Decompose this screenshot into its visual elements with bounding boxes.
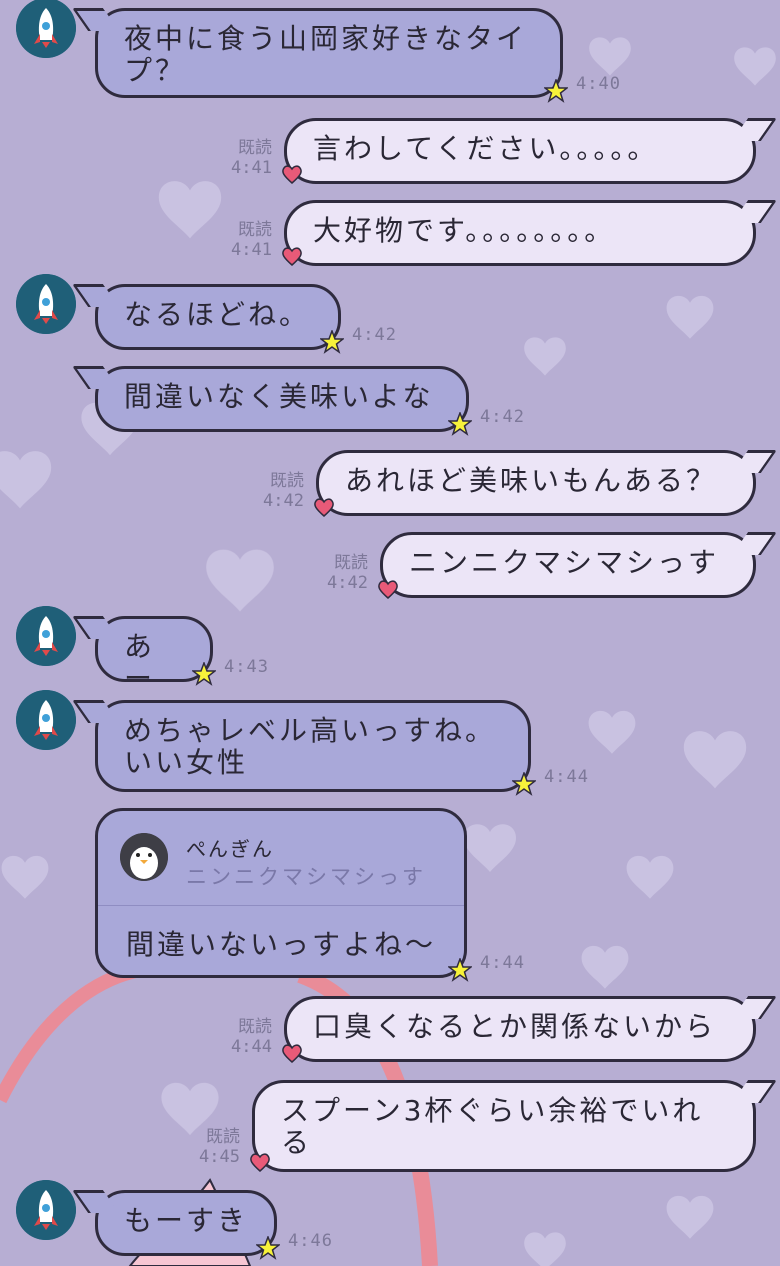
rocket-icon	[16, 0, 76, 58]
quoted-text: ニンニクマシマシっす	[186, 865, 426, 889]
message-bubble[interactable]: あれほど美味いもんある？	[316, 450, 756, 516]
rocket-icon	[16, 690, 76, 750]
star-icon	[544, 79, 568, 103]
message-time: 4:40	[576, 74, 621, 94]
penguin-icon	[120, 833, 168, 881]
message-time: 4:45	[199, 1147, 240, 1167]
star-icon	[192, 662, 216, 686]
read-label: 既読	[206, 1127, 240, 1147]
message-bubble[interactable]: 大好物です。。。。。。。。	[284, 200, 756, 266]
message-time: 4:41	[231, 240, 272, 260]
message-time: 4:42	[327, 573, 368, 593]
read-label: 既読	[334, 553, 368, 573]
message-time: 4:42	[480, 407, 525, 427]
message-bubble[interactable]: めちゃレベル高いっすね。 いい女性	[95, 700, 531, 792]
heart-icon	[282, 1044, 302, 1063]
message-bubble[interactable]: 言わしてください。。。。。	[284, 118, 756, 184]
rocket-icon	[16, 274, 76, 334]
heart-icon	[282, 247, 302, 266]
message-time: 4:44	[480, 953, 525, 973]
read-label: 既読	[238, 1017, 272, 1037]
read-label: 既読	[270, 471, 304, 491]
star-icon	[256, 1236, 280, 1260]
message-time: 4:43	[224, 657, 269, 677]
read-receipt: 既読 4:45	[194, 1127, 240, 1167]
message-bubble[interactable]: もーすき	[95, 1190, 277, 1256]
heart-icon	[250, 1153, 270, 1172]
star-icon	[448, 958, 472, 982]
avatar[interactable]	[16, 1180, 76, 1240]
message-time: 4:44	[544, 767, 589, 787]
message-bubble[interactable]: 口臭くなるとか関係ないから	[284, 996, 756, 1062]
read-receipt: 既読 4:42	[258, 471, 304, 511]
read-receipt: 既読 4:42	[322, 553, 368, 593]
message-bubble[interactable]: なるほどね。	[95, 284, 341, 350]
message-bubble[interactable]: 間違いなく美味いよな	[95, 366, 469, 432]
heart-icon	[314, 498, 334, 517]
star-icon	[320, 330, 344, 354]
quoted-message[interactable]: ぺんぎん ニンニクマシマシっす	[98, 811, 464, 906]
reply-bubble[interactable]: ぺんぎん ニンニクマシマシっす 間違いないっすよね〜	[95, 808, 467, 978]
message-bubble[interactable]: スプーン3杯ぐらい余裕でいれ る	[252, 1080, 756, 1172]
avatar[interactable]	[16, 690, 76, 750]
star-icon	[512, 772, 536, 796]
reply-text: 間違いないっすよね〜	[126, 928, 437, 961]
message-time: 4:41	[231, 158, 272, 178]
quoted-sender-name: ぺんぎん	[186, 837, 274, 861]
read-label: 既読	[238, 138, 272, 158]
message-time: 4:42	[263, 491, 304, 511]
read-receipt: 既読 4:41	[226, 220, 272, 260]
message-time: 4:44	[231, 1037, 272, 1057]
rocket-icon	[16, 606, 76, 666]
avatar[interactable]	[16, 274, 76, 334]
read-receipt: 既読 4:44	[226, 1017, 272, 1057]
read-label: 既読	[238, 220, 272, 240]
avatar[interactable]	[16, 0, 76, 58]
heart-icon	[378, 580, 398, 599]
heart-icon	[282, 165, 302, 184]
message-time: 4:42	[352, 325, 397, 345]
rocket-icon	[16, 1180, 76, 1240]
read-receipt: 既読 4:41	[226, 138, 272, 178]
message-bubble[interactable]: ニンニクマシマシっす	[380, 532, 756, 598]
quoted-avatar	[120, 833, 168, 881]
avatar[interactable]	[16, 606, 76, 666]
message-bubble[interactable]: 夜中に食う山岡家好きなタイ プ？	[95, 8, 563, 98]
star-icon	[448, 412, 472, 436]
message-time: 4:46	[288, 1231, 333, 1251]
